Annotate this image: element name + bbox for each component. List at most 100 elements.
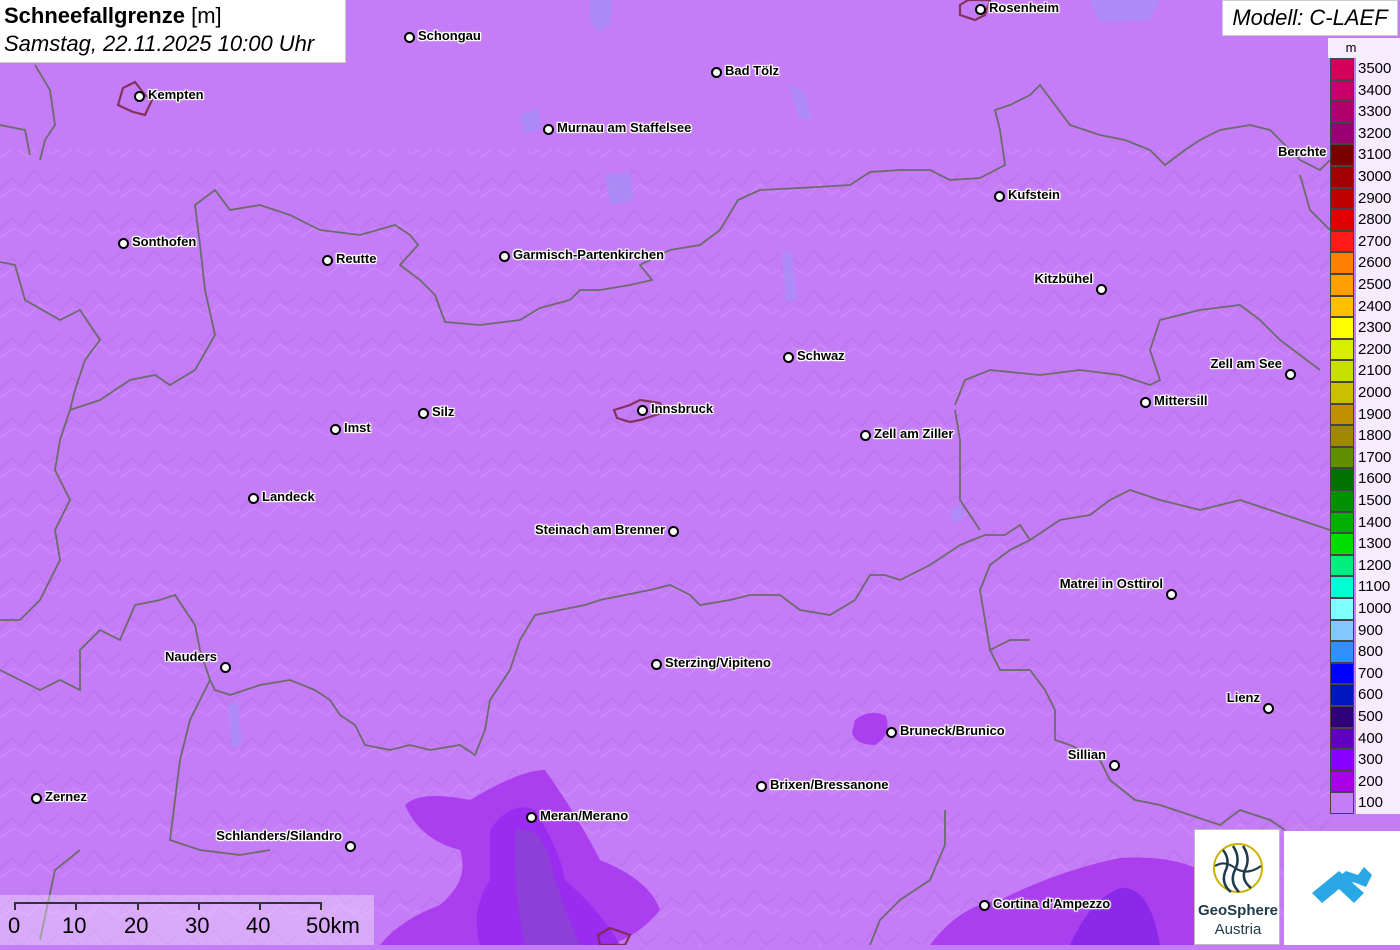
- city-label: Matrei in Osttirol: [1059, 576, 1163, 591]
- legend-row: 100: [1328, 792, 1400, 814]
- scale-label: 50km: [306, 913, 360, 938]
- scale-tick: [320, 902, 322, 910]
- scale-label: 20: [124, 913, 149, 938]
- legend-row: 1900: [1328, 403, 1400, 426]
- legend-swatch: [1330, 446, 1354, 469]
- partner-logo[interactable]: [1284, 831, 1400, 945]
- city-label: Sillian: [1067, 747, 1106, 762]
- legend-swatch: [1330, 425, 1354, 447]
- city-dot-icon: [756, 781, 767, 792]
- legend-row: 500: [1328, 706, 1400, 728]
- legend-swatch: [1330, 403, 1354, 426]
- city-label: Schwaz: [797, 348, 845, 363]
- legend-label: 2700: [1356, 230, 1400, 253]
- city-dot-icon: [330, 424, 341, 435]
- legend-label: 1700: [1356, 446, 1400, 469]
- city-label: Meran/Merano: [540, 808, 629, 823]
- city-dot-icon: [220, 662, 231, 673]
- city-dot-icon: [975, 4, 986, 15]
- legend-swatch: [1330, 79, 1354, 102]
- scale-line: [14, 902, 322, 904]
- city-label: Landeck: [262, 489, 315, 504]
- legend-row: 3400: [1328, 79, 1400, 102]
- city-dot-icon: [783, 352, 794, 363]
- city-dot-icon: [1140, 397, 1151, 408]
- legend-row: 1600: [1328, 468, 1400, 490]
- legend-label: 1200: [1356, 554, 1400, 577]
- legend-label: 100: [1356, 792, 1400, 814]
- legend-swatch: [1330, 533, 1354, 555]
- terrain-relief: [0, 150, 1330, 945]
- legend-swatch: [1330, 706, 1354, 728]
- legend-swatch: [1330, 274, 1354, 296]
- legend-label: 400: [1356, 727, 1400, 750]
- legend-row: 2800: [1328, 209, 1400, 231]
- legend-row: 1700: [1328, 446, 1400, 469]
- city-dot-icon: [979, 900, 990, 911]
- legend-swatch: [1330, 101, 1354, 123]
- legend-swatch: [1330, 792, 1354, 814]
- legend-swatch: [1330, 166, 1354, 188]
- city-label: Garmisch-Partenkirchen: [513, 247, 665, 262]
- legend-swatch: [1330, 554, 1354, 577]
- geosphere-emblem-icon: [1213, 843, 1263, 893]
- legend-row: 1400: [1328, 511, 1400, 534]
- scale-tick: [14, 902, 16, 910]
- legend-label: 2300: [1356, 317, 1400, 339]
- city-label: Berchte: [1278, 144, 1327, 159]
- scale-label: 0: [8, 913, 21, 938]
- legend-row: 2700: [1328, 230, 1400, 253]
- city-dot-icon: [886, 727, 897, 738]
- legend-row: 1300: [1328, 533, 1400, 555]
- scale-tick: [259, 902, 261, 910]
- legend-row: 2100: [1328, 360, 1400, 382]
- scale-tick: [137, 902, 139, 910]
- legend-row: 1100: [1328, 576, 1400, 598]
- legend-swatch: [1330, 317, 1354, 339]
- legend-row: 600: [1328, 684, 1400, 706]
- city-dot-icon: [248, 493, 259, 504]
- legend-label: 2900: [1356, 187, 1400, 210]
- legend-row: 300: [1328, 749, 1400, 771]
- legend-label: 1100: [1356, 576, 1400, 598]
- legend-row: 800: [1328, 641, 1400, 663]
- legend-swatch: [1330, 770, 1354, 793]
- city-dot-icon: [322, 255, 333, 266]
- legend-row: 3000: [1328, 166, 1400, 188]
- legend-label: 1000: [1356, 598, 1400, 620]
- legend-swatch: [1330, 187, 1354, 210]
- city-dot-icon: [526, 812, 537, 823]
- city-label: Steinach am Brenner: [534, 522, 665, 537]
- legend-row: 3100: [1328, 144, 1400, 166]
- legend-label: 1900: [1356, 403, 1400, 426]
- legend-label: 3000: [1356, 166, 1400, 188]
- legend-label: 2400: [1356, 295, 1400, 318]
- scale-label: 10: [62, 913, 87, 938]
- legend-row: 3500: [1328, 58, 1400, 80]
- city-label: Imst: [344, 420, 371, 435]
- city-dot-icon: [1109, 760, 1120, 771]
- city-label: Nauders: [164, 649, 217, 664]
- scale-label: 40: [246, 913, 271, 938]
- legend-label: 3200: [1356, 122, 1400, 145]
- city-label: Sterzing/Vipiteno: [665, 655, 771, 670]
- city-dot-icon: [499, 251, 510, 262]
- legend-swatch: [1330, 598, 1354, 620]
- legend-swatch: [1330, 619, 1354, 642]
- legend-row: 1500: [1328, 490, 1400, 512]
- city-dot-icon: [637, 405, 648, 416]
- city-dot-icon: [711, 67, 722, 78]
- legend-label: 1500: [1356, 490, 1400, 512]
- city-dot-icon: [860, 430, 871, 441]
- legend-swatch: [1330, 252, 1354, 274]
- geosphere-logo[interactable]: GeoSphere Austria: [1194, 829, 1280, 945]
- snowline-map[interactable]: [0, 0, 1400, 945]
- city-label: Murnau am Staffelsee: [557, 120, 692, 135]
- legend-label: 2500: [1356, 274, 1400, 296]
- legend-label: 3100: [1356, 144, 1400, 166]
- city-label: Zell am Ziller: [874, 426, 954, 441]
- legend-swatch: [1330, 338, 1354, 361]
- color-legend: m 3500 3400 3300 3200 3100 3000 2900 2800 2700 26…: [1328, 38, 1400, 814]
- legend-label: 3300: [1356, 101, 1400, 123]
- city-dot-icon: [134, 91, 145, 102]
